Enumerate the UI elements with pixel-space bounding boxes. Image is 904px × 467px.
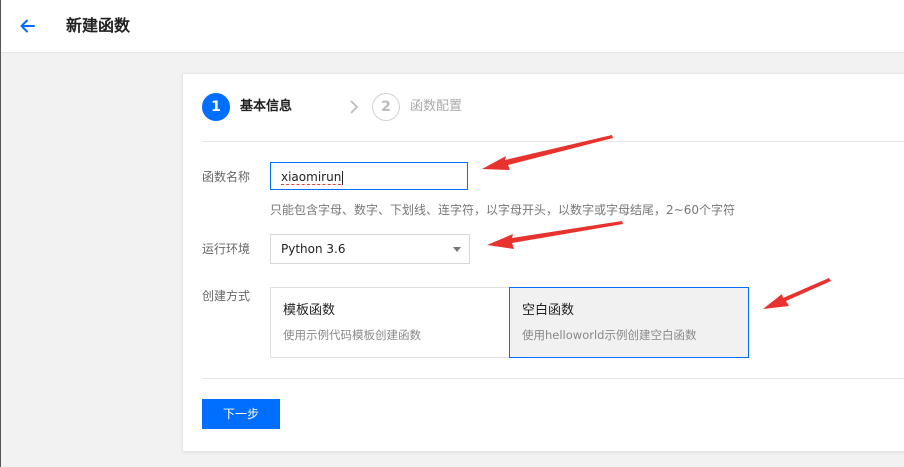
divider bbox=[202, 378, 904, 379]
runtime-select[interactable]: Python 3.6 bbox=[270, 234, 470, 264]
function-name-hint: 只能包含字母、数字、下划线、连字符，以字母开头，以数字或字母结尾，2~60个字符 bbox=[270, 203, 735, 217]
divider bbox=[202, 141, 904, 142]
function-name-input[interactable]: xiaomirun bbox=[270, 162, 468, 190]
step-2-number: 2 bbox=[372, 93, 400, 121]
option-description: 使用helloworld示例创建空白函数 bbox=[522, 328, 697, 342]
page-title: 新建函数 bbox=[66, 16, 131, 35]
runtime-value: Python 3.6 bbox=[281, 242, 346, 256]
template-function-option[interactable]: 模板函数 使用示例代码模板创建函数 bbox=[270, 287, 510, 358]
step-1-label: 基本信息 bbox=[240, 99, 293, 114]
window-edge bbox=[0, 0, 1, 467]
function-name-value: xiaomirun bbox=[281, 170, 342, 185]
create-method-label: 创建方式 bbox=[202, 289, 251, 303]
step-1-number: 1 bbox=[202, 93, 230, 121]
form-card: 1 基本信息 2 函数配置 函数名称 xiaomirun 只能包含字母、数字、下… bbox=[182, 73, 904, 452]
arrow-left-icon[interactable] bbox=[17, 15, 39, 37]
caret-down-icon bbox=[453, 247, 461, 252]
option-description: 使用示例代码模板创建函数 bbox=[283, 328, 421, 342]
option-title: 模板函数 bbox=[283, 303, 336, 318]
step-2-label: 函数配置 bbox=[410, 99, 463, 114]
runtime-label: 运行环境 bbox=[202, 242, 251, 256]
text-caret bbox=[342, 170, 344, 185]
top-bar: 新建函数 bbox=[1, 0, 904, 53]
blank-function-option[interactable]: 空白函数 使用helloworld示例创建空白函数 bbox=[509, 287, 749, 358]
next-step-button[interactable]: 下一步 bbox=[202, 399, 280, 429]
function-name-label: 函数名称 bbox=[202, 170, 251, 184]
chevron-right-icon bbox=[348, 99, 360, 115]
option-title: 空白函数 bbox=[522, 303, 575, 318]
